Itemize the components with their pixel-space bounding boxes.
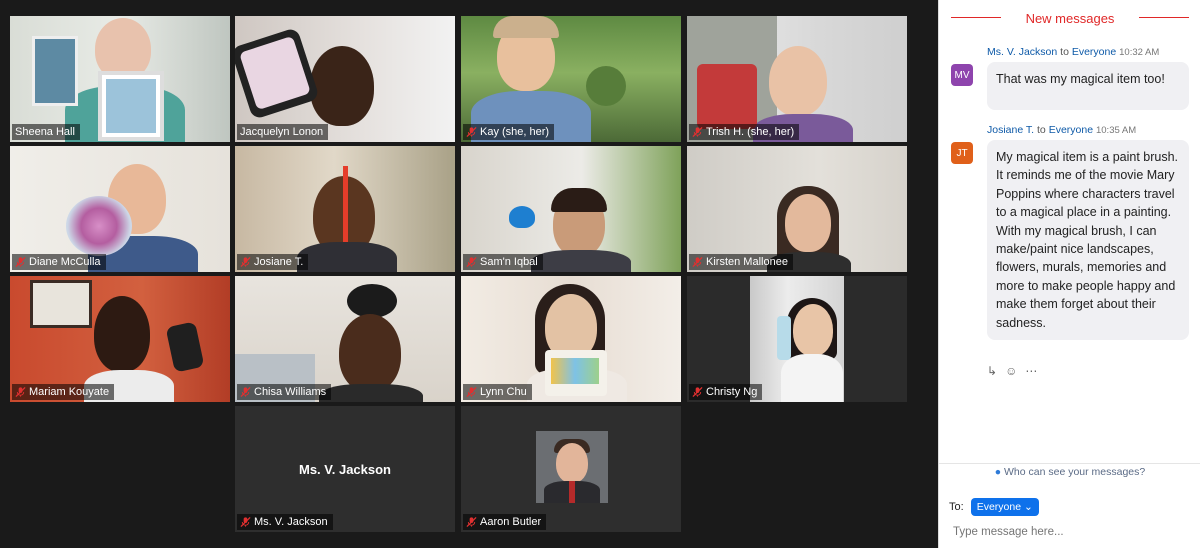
video-tile-josiane-t[interactable]: Josiane T. <box>235 146 455 272</box>
nameplate: Diane McCulla <box>12 254 106 270</box>
video-tile-christy-ng[interactable]: Christy Ng <box>687 276 907 402</box>
muted-mic-icon <box>692 386 703 398</box>
muted-mic-icon <box>15 386 26 398</box>
message-bubble: My magical item is a paint brush. It rem… <box>987 140 1189 341</box>
nameplate: Jacquelyn Lonon <box>237 124 329 140</box>
recipient-row: To: Everyone ⌄ <box>949 498 1039 516</box>
timestamp: 10:32 AM <box>1119 47 1160 58</box>
participant-name: Mariam Kouyate <box>29 386 110 398</box>
muted-mic-icon <box>466 126 477 138</box>
message-bubble: That was my magical item too! <box>987 62 1189 110</box>
chat-message-input[interactable] <box>953 522 1189 542</box>
video-tile-sheena-hall[interactable]: Sheena Hall <box>10 16 230 142</box>
muted-mic-icon <box>692 126 703 138</box>
muted-mic-icon <box>692 256 703 268</box>
participant-name: Lynn Chu <box>480 386 527 398</box>
nameplate: Sheena Hall <box>12 124 80 140</box>
to-word: to <box>1060 46 1069 58</box>
participant-name: Ms. V. Jackson <box>254 516 328 528</box>
avatar: MV <box>951 64 973 86</box>
nameplate: Kay (she, her) <box>463 124 555 140</box>
to-label: To: <box>949 501 964 513</box>
message-header: Josiane T. to Everyone 10:35 AM <box>987 124 1136 136</box>
muted-mic-icon <box>240 386 251 398</box>
nameplate: Sam'n Iqbal <box>463 254 543 270</box>
participant-name: Sam'n Iqbal <box>480 256 538 268</box>
emoji-icon[interactable]: ☺ <box>1005 364 1017 378</box>
avatar: JT <box>951 142 973 164</box>
nameplate: Lynn Chu <box>463 384 532 400</box>
participant-name: Kay (she, her) <box>480 126 550 138</box>
recipient-dropdown[interactable]: Everyone ⌄ <box>970 498 1039 516</box>
participant-name: Diane McCulla <box>29 256 101 268</box>
recipient-button-label: Everyone <box>976 501 1022 513</box>
video-tile-jacquelyn-lonon[interactable]: Jacquelyn Lonon <box>235 16 455 142</box>
participant-name: Chisa Williams <box>254 386 327 398</box>
muted-mic-icon <box>466 386 477 398</box>
who-can-see-link[interactable]: ● Who can see your messages? <box>939 463 1200 478</box>
video-tile-ms-v-jackson[interactable]: Ms. V. Jackson Ms. V. Jackson <box>235 406 455 532</box>
sender-name[interactable]: Ms. V. Jackson <box>987 46 1057 58</box>
video-tile-kirsten-mallonee[interactable]: Kirsten Mallonee <box>687 146 907 272</box>
nameplate: Josiane T. <box>237 254 309 270</box>
participant-name: Sheena Hall <box>15 126 75 138</box>
video-tile-kay[interactable]: Kay (she, her) <box>461 16 681 142</box>
muted-mic-icon <box>240 256 251 268</box>
video-tile-aaron-butler[interactable]: Aaron Butler <box>461 406 681 532</box>
participant-name: Josiane T. <box>254 256 304 268</box>
video-tile-mariam-kouyate[interactable]: Mariam Kouyate <box>10 276 230 402</box>
who-can-see-label: Who can see your messages? <box>1004 466 1146 478</box>
participant-name: Jacquelyn Lonon <box>240 126 324 138</box>
participant-name: Aaron Butler <box>480 516 542 528</box>
message-actions: ↳ ☺ ⋯ <box>987 364 1037 378</box>
chevron-down-icon: ⌄ <box>1023 501 1033 513</box>
to-word: to <box>1037 124 1046 136</box>
sender-name[interactable]: Josiane T. <box>987 124 1034 136</box>
person-icon: ● <box>994 466 1002 478</box>
chat-panel: New messages MV Ms. V. Jackson to Everyo… <box>938 0 1200 548</box>
video-tile-samn-iqbal[interactable]: Sam'n Iqbal <box>461 146 681 272</box>
video-tile-chisa-williams[interactable]: Chisa Williams <box>235 276 455 402</box>
muted-mic-icon <box>466 516 477 528</box>
nameplate: Trish H. (she, her) <box>689 124 800 140</box>
reply-icon[interactable]: ↳ <box>987 364 997 378</box>
new-messages-divider: New messages <box>939 8 1200 28</box>
participant-name: Kirsten Mallonee <box>706 256 788 268</box>
participant-name: Trish H. (she, her) <box>706 126 795 138</box>
profile-photo <box>536 431 608 503</box>
muted-mic-icon <box>466 256 477 268</box>
muted-mic-icon <box>240 516 251 528</box>
nameplate: Mariam Kouyate <box>12 384 115 400</box>
nameplate: Kirsten Mallonee <box>689 254 793 270</box>
gallery-view: Sheena Hall Jacquelyn Lonon Kay (she, he… <box>0 0 938 548</box>
message-header: Ms. V. Jackson to Everyone 10:32 AM <box>987 46 1159 58</box>
recipient-name: Everyone <box>1048 124 1094 136</box>
nameplate: Christy Ng <box>689 384 763 400</box>
video-tile-lynn-chu[interactable]: Lynn Chu <box>461 276 681 402</box>
more-icon[interactable]: ⋯ <box>1025 364 1037 378</box>
muted-mic-icon <box>15 256 26 268</box>
participant-name: Christy Ng <box>706 386 758 398</box>
video-tile-trish-h[interactable]: Trish H. (she, her) <box>687 16 907 142</box>
zoom-window: Sheena Hall Jacquelyn Lonon Kay (she, he… <box>0 0 1200 548</box>
new-messages-label: New messages <box>1025 10 1115 26</box>
nameplate: Ms. V. Jackson <box>237 514 333 530</box>
timestamp: 10:35 AM <box>1095 125 1137 136</box>
video-tile-diane-mcculla[interactable]: Diane McCulla <box>10 146 230 272</box>
recipient-name: Everyone <box>1071 46 1117 58</box>
nameplate: Aaron Butler <box>463 514 547 530</box>
nameplate: Chisa Williams <box>237 384 332 400</box>
